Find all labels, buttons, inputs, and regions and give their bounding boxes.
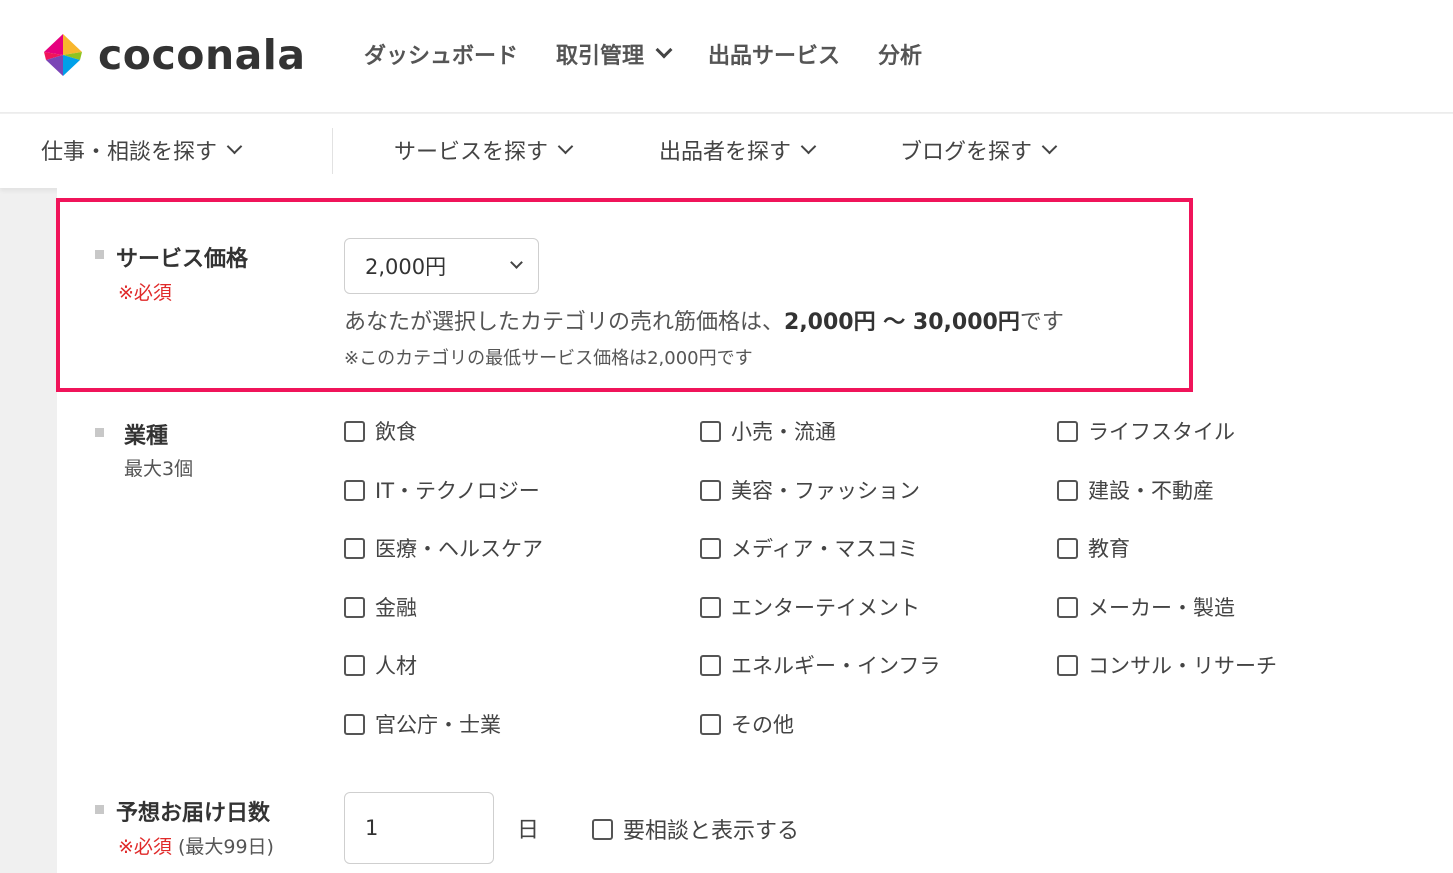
industry-option-label: 教育 [1088,537,1130,561]
delivery-required-text: ※必須 [118,836,172,858]
industry-option-label: 飲食 [375,420,417,444]
subnav-find-services-label: サービスを探す [394,140,549,165]
nav-transactions[interactable]: 取引管理 [556,38,673,70]
industry-option-label: IT・テクノロジー [375,479,540,503]
checkbox-box[interactable] [1057,654,1078,676]
subnav-divider [332,128,333,174]
checkbox-box[interactable] [344,596,365,618]
industry-option-label: メディア・マスコミ [731,537,919,561]
sub-nav: 仕事・相談を探す サービスを探す 出品者を探す ブログを探す [0,114,1453,188]
nav-dashboard-label: ダッシュボード [364,44,519,69]
checkbox-box[interactable] [344,654,365,676]
chevron-down-icon [655,41,673,59]
section-bullet [95,428,104,437]
industry-checkbox[interactable]: 官公庁・士業 [344,709,501,739]
industry-checkbox[interactable]: 小売・流通 [700,416,836,446]
top-header: coconala ダッシュボード 取引管理 出品サービス 分析 [0,0,1453,113]
nav-analytics[interactable]: 分析 [878,38,922,70]
checkbox-box[interactable] [1057,537,1078,559]
subnav-find-sellers-label: 出品者を探す [659,140,792,165]
industry-option-label: 建設・不動産 [1088,479,1214,503]
coconala-logo[interactable]: coconala [40,31,306,79]
nav-dashboard[interactable]: ダッシュボード [364,38,518,70]
industry-option-label: コンサル・リサーチ [1088,654,1277,678]
delivery-required: ※必須 (最大99日) [118,832,274,859]
main-nav: ダッシュボード 取引管理 出品サービス 分析 [364,38,960,70]
chevron-down-icon [226,138,243,154]
industry-checkbox[interactable]: 金融 [344,592,417,622]
logo-text: coconala [98,31,306,79]
section-bullet [95,805,104,814]
subnav-find-blogs[interactable]: ブログを探す [900,134,1058,166]
checkbox-box[interactable] [1057,596,1078,618]
industry-checkbox[interactable]: メーカー・製造 [1057,592,1235,622]
subnav-find-jobs-label: 仕事・相談を探す [41,140,218,165]
chevron-down-icon [1041,138,1058,154]
industry-checkbox[interactable]: エンターテイメント [700,592,920,622]
chevron-down-icon [557,138,574,154]
delivery-max-note: (最大99日) [177,836,274,858]
delivery-days-input[interactable]: 1 [344,792,494,864]
industry-checkbox[interactable]: エネルギー・インフラ [700,650,940,680]
subnav-find-services[interactable]: サービスを探す [394,134,574,166]
industry-option-label: 金融 [375,596,417,620]
checkbox-box[interactable] [592,818,613,840]
nav-transactions-label: 取引管理 [556,44,645,69]
nav-analytics-label: 分析 [878,44,923,69]
checkbox-box[interactable] [700,596,721,618]
industry-checkbox[interactable]: 医療・ヘルスケア [344,533,543,563]
industry-checkbox[interactable]: 美容・ファッション [700,475,920,505]
subnav-find-jobs[interactable]: 仕事・相談を探す [41,134,243,166]
checkbox-box[interactable] [1057,420,1078,442]
industry-label: 業種 [124,424,169,449]
industry-option-label: 美容・ファッション [731,479,920,503]
subnav-find-blogs-label: ブログを探す [900,140,1033,165]
industry-checkbox[interactable]: 建設・不動産 [1057,475,1214,505]
checkbox-box[interactable] [344,420,365,442]
checkbox-box[interactable] [344,713,365,735]
industry-checkbox[interactable]: ライフスタイル [1057,416,1235,446]
industry-limit: 最大3個 [124,458,194,480]
industry-option-label: ライフスタイル [1088,420,1235,444]
industry-option-label: 人材 [375,654,417,678]
checkbox-box[interactable] [344,537,365,559]
consult-checkbox-label: 要相談と表示する [623,819,800,844]
industry-checkbox[interactable]: 教育 [1057,533,1130,563]
industry-checkbox[interactable]: メディア・マスコミ [700,533,919,563]
checkbox-box[interactable] [700,479,721,501]
checkbox-box[interactable] [700,654,721,676]
nav-listed-services[interactable]: 出品サービス [708,38,840,70]
delivery-days-value: 1 [365,816,379,840]
industry-option-label: 医療・ヘルスケア [375,537,543,561]
industry-checkbox[interactable]: 人材 [344,650,417,680]
industry-checkbox[interactable]: コンサル・リサーチ [1057,650,1277,680]
delivery-days-unit: 日 [517,818,540,843]
consult-checkbox[interactable]: 要相談と表示する [592,813,799,845]
industry-option-label: メーカー・製造 [1088,596,1235,620]
delivery-label: 予想お届け日数 [116,801,271,826]
industry-option-label: 小売・流通 [731,420,836,444]
nav-listed-services-label: 出品サービス [708,44,841,69]
industry-checkbox[interactable]: 飲食 [344,416,417,446]
industry-checkbox[interactable]: その他 [700,709,794,739]
subnav-find-sellers[interactable]: 出品者を探す [659,134,817,166]
price-highlight-frame [56,198,1193,392]
industry-option-label: その他 [731,713,794,737]
checkbox-box[interactable] [700,537,721,559]
industry-checkbox[interactable]: IT・テクノロジー [344,475,540,505]
checkbox-box[interactable] [344,479,365,501]
chevron-down-icon [800,138,817,154]
checkbox-box[interactable] [1057,479,1078,501]
industry-option-label: エネルギー・インフラ [731,654,941,678]
logo-mark-icon [44,34,82,76]
industry-option-label: 官公庁・士業 [375,713,501,737]
checkbox-box[interactable] [700,420,721,442]
industry-option-label: エンターテイメント [731,596,920,620]
checkbox-box[interactable] [700,713,721,735]
